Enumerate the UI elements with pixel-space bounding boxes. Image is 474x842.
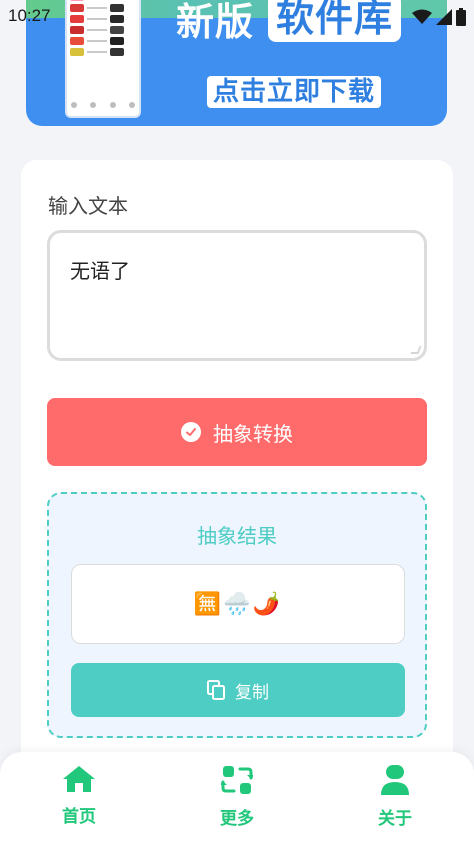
result-output: 🈚🌧️🌶️ <box>71 564 405 644</box>
nav-label-about: 关于 <box>378 809 412 829</box>
battery-icon <box>456 8 466 26</box>
status-icons <box>412 8 466 26</box>
input-label: 输入文本 <box>48 194 128 218</box>
converter-card: 输入文本 无语了 抽象转换 抽象结果 🈚🌧️🌶️ 复制 <box>21 160 453 800</box>
convert-button-label: 抽象转换 <box>213 421 293 446</box>
home-icon <box>63 766 95 792</box>
nav-item-more[interactable]: 更多 <box>197 764 277 829</box>
nav-label-home: 首页 <box>62 807 96 827</box>
nav-item-about[interactable]: 关于 <box>355 764 435 829</box>
result-panel: 抽象结果 🈚🌧️🌶️ 复制 <box>47 492 427 738</box>
result-title: 抽象结果 <box>197 524 277 548</box>
resize-handle[interactable] <box>410 346 422 354</box>
copy-button-label: 复制 <box>235 682 269 703</box>
copy-icon <box>207 680 225 700</box>
status-time: 10:27 <box>8 6 51 25</box>
text-input[interactable]: 无语了 <box>47 230 427 361</box>
convert-button[interactable]: 抽象转换 <box>47 398 427 466</box>
nav-label-more: 更多 <box>220 809 254 829</box>
refresh-icon <box>221 766 253 794</box>
nav-item-home[interactable]: 首页 <box>39 764 119 827</box>
bottom-nav: 首页 更多 关于 <box>0 752 474 842</box>
copy-button[interactable]: 复制 <box>71 663 405 717</box>
banner-download-button[interactable]: 点击立即下载 <box>207 76 382 108</box>
signal-icon <box>436 9 452 25</box>
check-circle-icon <box>181 422 201 442</box>
status-bar: 10:27 <box>0 0 474 32</box>
app-screen: 10:27 新版 软件库 点击立即下载 输入文本 无语了 抽象转换 抽象结果 🈚… <box>0 0 474 842</box>
wifi-icon <box>412 9 432 24</box>
text-input-value: 无语了 <box>70 259 130 283</box>
user-icon <box>381 765 409 795</box>
